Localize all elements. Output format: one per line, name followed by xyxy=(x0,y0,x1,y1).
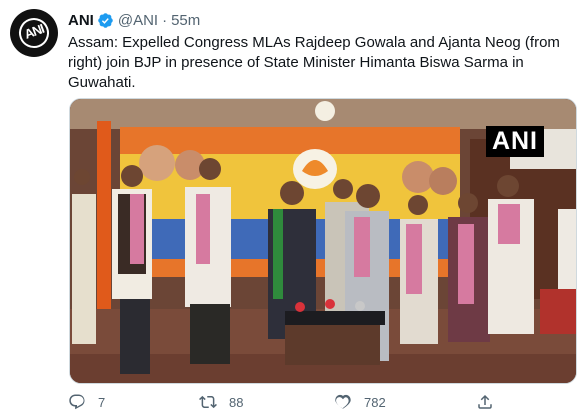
author-name[interactable]: ANI xyxy=(68,12,94,29)
share-icon xyxy=(478,394,492,409)
reply-icon xyxy=(69,394,85,410)
verified-badge-icon xyxy=(97,12,114,29)
separator-dot: · xyxy=(162,11,168,29)
tweet-text: Assam: Expelled Congress MLAs Rajdeep Go… xyxy=(68,34,560,91)
reply-button[interactable]: 7 xyxy=(68,393,105,411)
retweet-count: 88 xyxy=(229,394,244,410)
reply-count: 7 xyxy=(98,394,106,410)
retweet-button[interactable]: 88 xyxy=(199,393,243,411)
tweet-timestamp[interactable]: 55m xyxy=(171,12,200,29)
tweet[interactable]: ANI ANI @ANI · 55m Assam: Expelled Congr… xyxy=(0,0,587,412)
author-handle[interactable]: @ANI xyxy=(118,12,158,29)
ani-watermark: ANI xyxy=(485,126,544,157)
like-button[interactable]: 782 xyxy=(334,393,386,411)
share-button[interactable] xyxy=(476,393,494,411)
tweet-header: ANI @ANI · 55m xyxy=(68,10,200,30)
retweet-icon xyxy=(199,395,217,409)
tweet-actions: 7 88 782 xyxy=(68,393,548,411)
avatar[interactable]: ANI xyxy=(10,9,58,57)
like-count: 782 xyxy=(364,394,386,410)
tweet-media-video[interactable]: ANI xyxy=(69,98,577,384)
heart-icon xyxy=(335,394,351,409)
